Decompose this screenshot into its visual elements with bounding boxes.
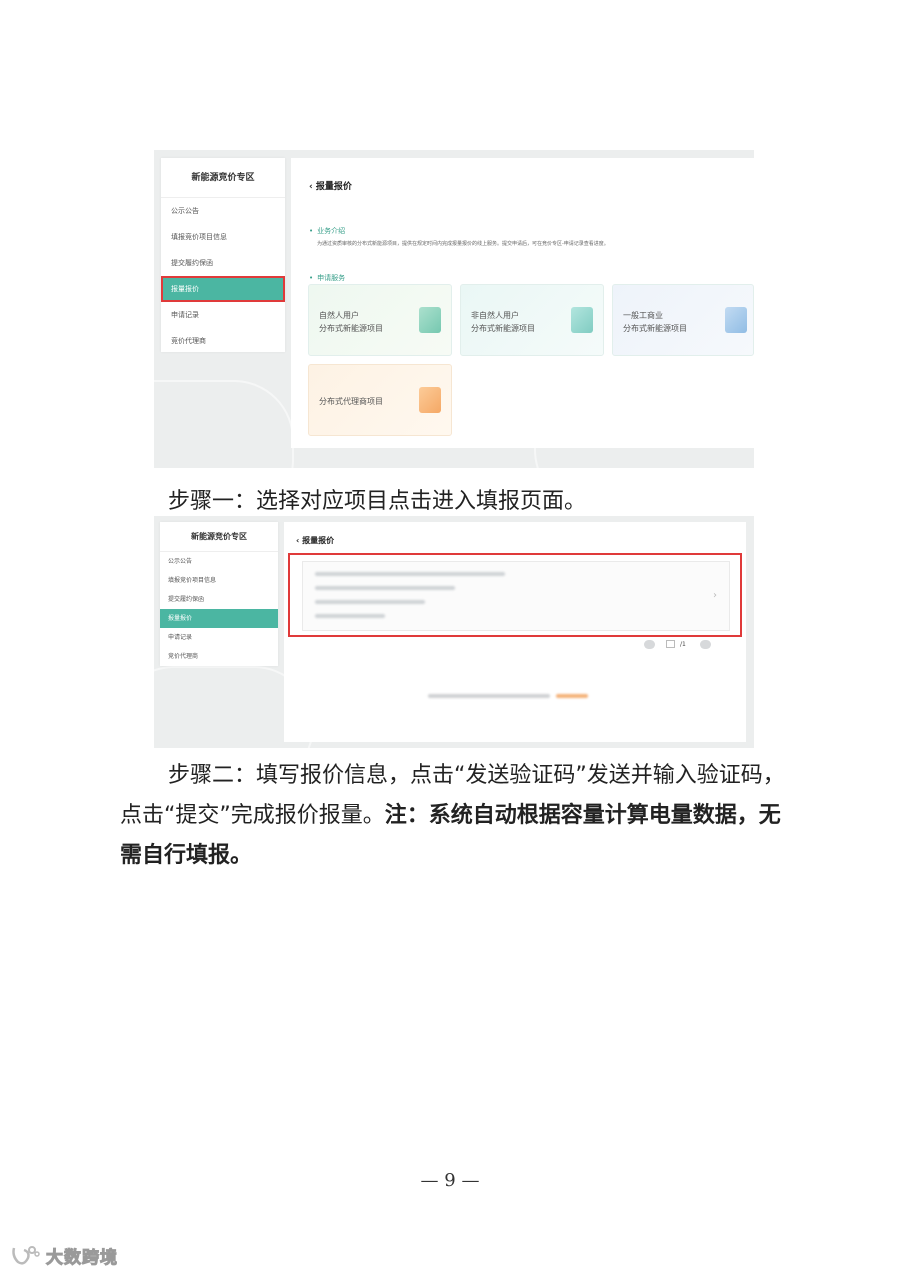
blurred-project-batch — [315, 614, 385, 618]
map-background-line — [154, 380, 294, 468]
sidebar-item-project-info[interactable]: 填报竞价项目信息 — [160, 571, 278, 590]
section-intro-desc: 为通过资质审核的分布式新能源项目，提供在规定时间内完成报量报价的线上服务。提交申… — [317, 241, 609, 247]
chevron-right-icon: › — [713, 590, 717, 601]
card-commercial[interactable]: 一般工商业 分布式新能源项目 — [612, 284, 754, 356]
prev-page-button[interactable] — [644, 640, 655, 649]
sidebar-item-announcement[interactable]: 公示公告 — [160, 552, 278, 571]
step-one-text: 步骤一：选择对应项目点击进入填报页面。 — [168, 489, 587, 514]
card-label: 一般工商业 分布式新能源项目 — [623, 311, 687, 333]
sidebar: 新能源竞价专区 公示公告 填报竞价项目信息 提交履约保函 报量报价 申请记录 竞… — [161, 158, 285, 352]
sidebar-item-bid-quote[interactable]: 报量报价 — [160, 609, 278, 628]
blurred-footer-link[interactable] — [556, 694, 588, 698]
card-label: 非自然人用户 分布式新能源项目 — [471, 311, 535, 333]
screenshot-bid-entry: 新能源竞价专区 公示公告 填报竞价项目信息 提交履约保函 报量报价 申请记录 竞… — [154, 150, 754, 468]
chevron-left-icon: ‹ — [309, 182, 316, 192]
section-intro-title: 业务介绍 — [309, 226, 345, 236]
sidebar-item-records[interactable]: 申请记录 — [161, 302, 285, 328]
section-service-title: 申请服务 — [309, 273, 345, 283]
blurred-project-owner — [315, 586, 455, 590]
next-page-button[interactable] — [700, 640, 711, 649]
id-card-icon — [419, 307, 441, 333]
card-non-natural-person[interactable]: 非自然人用户 分布式新能源项目 — [460, 284, 604, 356]
blurred-project-name — [315, 572, 505, 576]
sidebar-item-guarantee[interactable]: 提交履约保函 — [161, 250, 285, 276]
sidebar: 新能源竞价专区 公示公告 填报竞价项目信息 提交履约保函 报量报价 申请记录 竞… — [160, 522, 278, 666]
page-title: 报量报价 — [315, 182, 352, 192]
sidebar-item-bid-quote[interactable]: 报量报价 — [161, 276, 285, 302]
blurred-project-code — [315, 600, 425, 604]
card-label: 分布式代理商项目 — [319, 397, 383, 406]
project-card[interactable]: › — [302, 561, 730, 631]
card-natural-person[interactable]: 自然人用户 分布式新能源项目 — [308, 284, 452, 356]
sidebar-title: 新能源竞价专区 — [160, 522, 278, 552]
card-agent-project[interactable]: 分布式代理商项目 — [308, 364, 452, 436]
sidebar-item-announcement[interactable]: 公示公告 — [161, 198, 285, 224]
sidebar-item-agent[interactable]: 竞价代理商 — [161, 328, 285, 354]
folder-icon — [419, 387, 441, 413]
sidebar-item-guarantee[interactable]: 提交履约保函 — [160, 590, 278, 609]
card-label: 自然人用户 分布式新能源项目 — [319, 311, 383, 333]
screenshot-project-list: 新能源竞价专区 公示公告 填报竞价项目信息 提交履约保函 报量报价 申请记录 竞… — [154, 516, 754, 748]
page-number: — 9 — — [420, 1170, 480, 1191]
main-panel: ‹ 报量报价 业务介绍 为通过资质审核的分布式新能源项目，提供在规定时间内完成报… — [291, 158, 754, 448]
sidebar-item-records[interactable]: 申请记录 — [160, 628, 278, 647]
document-icon — [571, 307, 593, 333]
building-icon — [725, 307, 747, 333]
blurred-footer-note — [428, 694, 588, 699]
watermark-text: 大数跨境 — [46, 1247, 118, 1268]
sidebar-item-project-info[interactable]: 填报竞价项目信息 — [161, 224, 285, 250]
project-highlight-box: › — [288, 553, 742, 637]
blurred-footer-text — [428, 694, 550, 698]
step-two-paragraph: 步骤二：填写报价信息，点击“发送验证码”发送并输入验证码，点击“提交”完成报价报… — [120, 756, 792, 876]
back-title[interactable]: ‹ 报量报价 — [296, 535, 334, 546]
watermark: 大数跨境 — [10, 1242, 118, 1268]
back-title[interactable]: ‹ 报量报价 — [309, 179, 352, 192]
page-title: 报量报价 — [302, 536, 335, 545]
page-input[interactable] — [666, 640, 675, 648]
sidebar-item-agent[interactable]: 竞价代理商 — [160, 647, 278, 666]
watermark-logo-icon — [12, 1246, 40, 1265]
sidebar-title: 新能源竞价专区 — [161, 158, 285, 198]
page-total: /1 — [680, 641, 686, 648]
